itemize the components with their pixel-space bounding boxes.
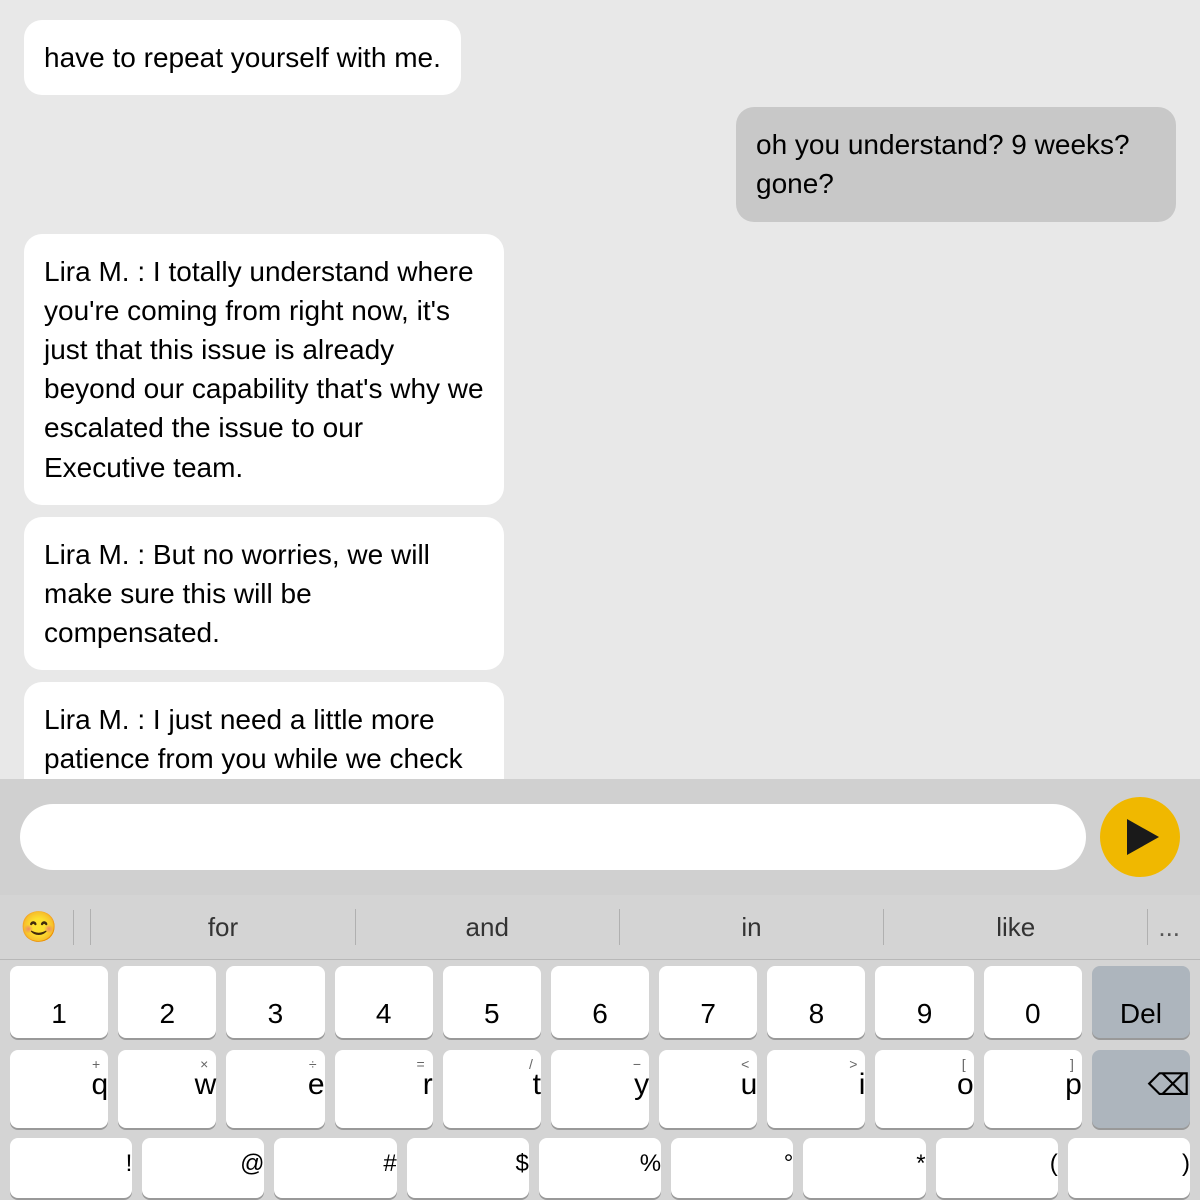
key-degree[interactable]: ° [671, 1138, 793, 1198]
suggestion-and[interactable]: and [356, 912, 619, 943]
keyboard: 😊 for and in like ... 1 2 3 4 5 6 7 8 9 … [0, 895, 1200, 1200]
suggestion-for[interactable]: for [91, 912, 354, 943]
key-rparen[interactable]: ) [1068, 1138, 1190, 1198]
key-r[interactable]: = r [335, 1050, 433, 1128]
key-t-sup: / [529, 1056, 533, 1072]
key-w[interactable]: × w [118, 1050, 216, 1128]
suggestion-in[interactable]: in [620, 912, 883, 943]
key-e-sup: ÷ [309, 1056, 317, 1072]
message-bubble-4: Lira M. : But no worries, we will make s… [24, 517, 504, 671]
key-i[interactable]: > i [767, 1050, 865, 1128]
input-area [0, 779, 1200, 895]
message-text-1: have to repeat yourself with me. [44, 42, 441, 73]
key-3[interactable]: 3 [226, 966, 324, 1038]
key-7[interactable]: 7 [659, 966, 757, 1038]
key-percent[interactable]: % [539, 1138, 661, 1198]
key-8[interactable]: 8 [767, 966, 865, 1038]
key-u[interactable]: < u [659, 1050, 757, 1128]
suggestion-like[interactable]: like [884, 912, 1147, 943]
key-o[interactable]: [ o [875, 1050, 973, 1128]
key-p-sup: ] [1070, 1056, 1074, 1072]
message-text-3: Lira M. : I totally understand where you… [44, 256, 484, 483]
key-2[interactable]: 2 [118, 966, 216, 1038]
key-4[interactable]: 4 [335, 966, 433, 1038]
key-q[interactable]: + q [10, 1050, 108, 1128]
key-1[interactable]: 1 [10, 966, 108, 1038]
key-r-sup: = [417, 1056, 425, 1072]
keyboard-suggestions-row: 😊 for and in like ... [0, 895, 1200, 960]
key-y-sup: − [633, 1056, 641, 1072]
key-w-sup: × [200, 1056, 208, 1072]
key-y[interactable]: − y [551, 1050, 649, 1128]
key-i-sup: > [849, 1056, 857, 1072]
message-bubble-2: oh you understand? 9 weeks? gone? [736, 107, 1176, 221]
message-bubble-1: have to repeat yourself with me. [24, 20, 461, 95]
key-5[interactable]: 5 [443, 966, 541, 1038]
message-text-5: Lira M. : I just need a little more pati… [44, 704, 463, 779]
key-backspace[interactable]: ⌫ [1092, 1050, 1190, 1128]
key-at[interactable]: @ [142, 1138, 264, 1198]
key-u-sup: < [741, 1056, 749, 1072]
number-row: 1 2 3 4 5 6 7 8 9 0 Del [0, 960, 1200, 1044]
chat-area: have to repeat yourself with me. oh you … [0, 0, 1200, 779]
key-dollar[interactable]: $ [407, 1138, 529, 1198]
message-bubble-3: Lira M. : I totally understand where you… [24, 234, 504, 505]
key-excl[interactable]: ! [10, 1138, 132, 1198]
suggestion-more[interactable]: ... [1148, 912, 1180, 943]
key-o-sup: [ [962, 1056, 966, 1072]
emoji-button[interactable]: 😊 [20, 910, 74, 945]
message-text-2: oh you understand? 9 weeks? gone? [756, 129, 1130, 199]
send-button[interactable] [1100, 797, 1180, 877]
key-0[interactable]: 0 [984, 966, 1082, 1038]
key-t[interactable]: / t [443, 1050, 541, 1128]
key-e[interactable]: ÷ e [226, 1050, 324, 1128]
key-9[interactable]: 9 [875, 966, 973, 1038]
message-bubble-5: Lira M. : I just need a little more pati… [24, 682, 504, 779]
key-p[interactable]: ] p [984, 1050, 1082, 1128]
message-input[interactable] [20, 804, 1086, 870]
message-text-4: Lira M. : But no worries, we will make s… [44, 539, 430, 648]
key-asterisk[interactable]: * [803, 1138, 925, 1198]
bottom-hints-row: ! @ # $ % ° * ( ) [0, 1134, 1200, 1200]
key-q-sup: + [92, 1056, 100, 1072]
key-hash[interactable]: # [274, 1138, 396, 1198]
key-6[interactable]: 6 [551, 966, 649, 1038]
qwerty-row: + q × w ÷ e = r / t − y < u > i [0, 1044, 1200, 1134]
key-lparen[interactable]: ( [936, 1138, 1058, 1198]
key-del[interactable]: Del [1092, 966, 1190, 1038]
send-icon [1127, 819, 1159, 855]
